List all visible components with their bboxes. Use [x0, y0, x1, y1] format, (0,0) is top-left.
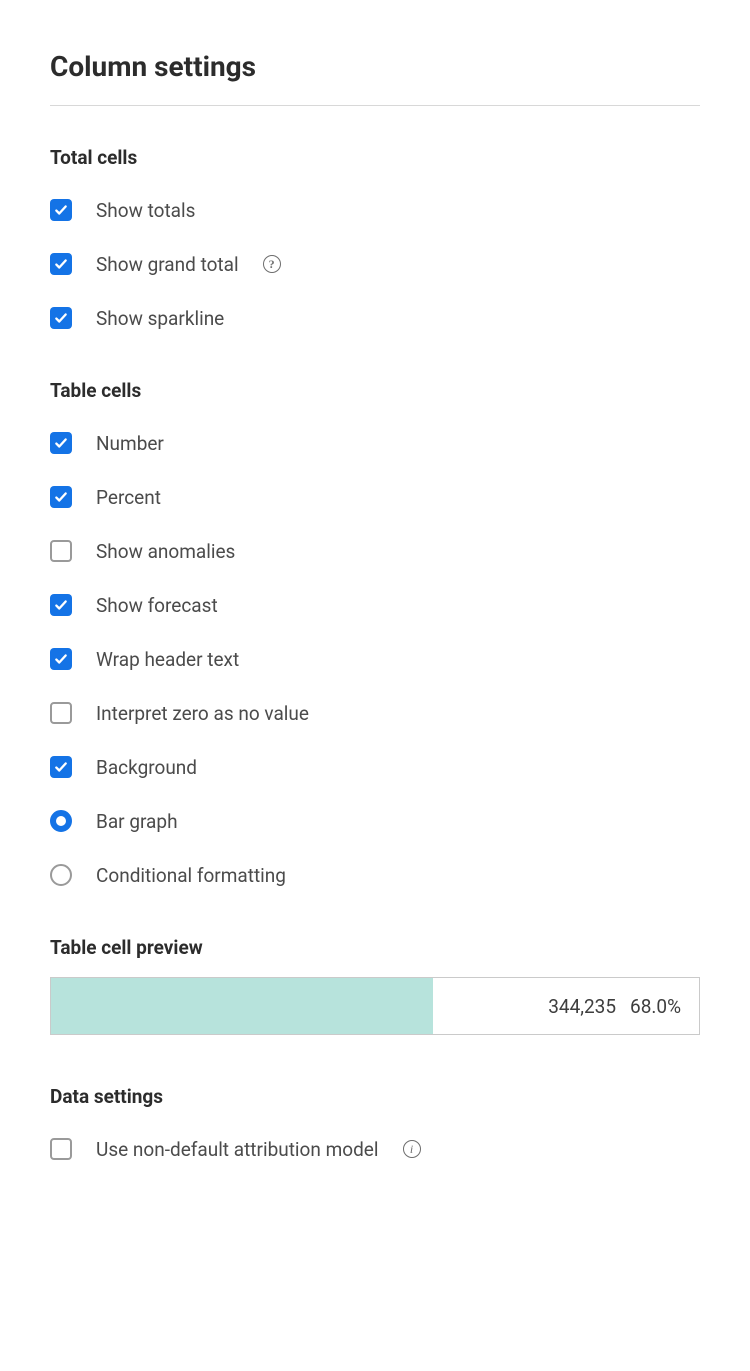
label-conditional-formatting: Conditional formatting [96, 866, 286, 885]
section-header-total-cells: Total cells [50, 146, 700, 169]
checkbox-percent[interactable] [50, 486, 72, 508]
checkbox-show-anomalies[interactable] [50, 540, 72, 562]
checkbox-wrap-header[interactable] [50, 648, 72, 670]
row-interpret-zero: Interpret zero as no value [50, 702, 700, 724]
checkbox-show-grand-total[interactable] [50, 253, 72, 275]
preview-box: 344,235 68.0% [50, 977, 700, 1035]
checkbox-background[interactable] [50, 756, 72, 778]
section-header-data-settings: Data settings [50, 1085, 700, 1108]
preview-text: 344,235 68.0% [548, 978, 681, 1034]
label-bar-graph: Bar graph [96, 812, 178, 831]
label-percent: Percent [96, 488, 161, 507]
section-header-table-cells: Table cells [50, 379, 700, 402]
label-interpret-zero: Interpret zero as no value [96, 704, 309, 723]
row-percent: Percent [50, 486, 700, 508]
row-conditional-formatting: Conditional formatting [50, 864, 700, 886]
title-divider [50, 105, 700, 106]
checkbox-show-sparkline[interactable] [50, 307, 72, 329]
label-attribution: Use non-default attribution model [96, 1140, 379, 1159]
row-show-grand-total: Show grand total ? [50, 253, 700, 275]
row-wrap-header: Wrap header text [50, 648, 700, 670]
info-icon[interactable]: i [403, 1140, 421, 1158]
row-show-anomalies: Show anomalies [50, 540, 700, 562]
checkbox-number[interactable] [50, 432, 72, 454]
row-show-forecast: Show forecast [50, 594, 700, 616]
radio-conditional-formatting[interactable] [50, 864, 72, 886]
label-show-sparkline: Show sparkline [96, 309, 224, 328]
page-title: Column settings [50, 50, 700, 83]
section-data-settings: Data settings Use non-default attributio… [50, 1085, 700, 1160]
checkbox-attribution[interactable] [50, 1138, 72, 1160]
section-total-cells: Total cells Show totals Show grand total… [50, 146, 700, 329]
label-show-grand-total: Show grand total [96, 255, 239, 274]
row-number: Number [50, 432, 700, 454]
preview-number: 344,235 [548, 995, 616, 1018]
row-attribution: Use non-default attribution model i [50, 1138, 700, 1160]
section-table-cells: Table cells Number Percent Show anomalie… [50, 379, 700, 886]
preview-percent: 68.0% [630, 995, 681, 1018]
checkbox-interpret-zero[interactable] [50, 702, 72, 724]
checkbox-show-forecast[interactable] [50, 594, 72, 616]
row-background: Background [50, 756, 700, 778]
label-show-forecast: Show forecast [96, 596, 218, 615]
radio-bar-graph[interactable] [50, 810, 72, 832]
label-background: Background [96, 758, 197, 777]
label-show-totals: Show totals [96, 201, 195, 220]
section-header-preview: Table cell preview [50, 936, 700, 959]
help-icon[interactable]: ? [263, 255, 281, 273]
label-number: Number [96, 434, 164, 453]
row-show-sparkline: Show sparkline [50, 307, 700, 329]
label-wrap-header: Wrap header text [96, 650, 239, 669]
row-show-totals: Show totals [50, 199, 700, 221]
preview-bar [51, 978, 433, 1034]
label-show-anomalies: Show anomalies [96, 542, 235, 561]
checkbox-show-totals[interactable] [50, 199, 72, 221]
row-bar-graph: Bar graph [50, 810, 700, 832]
